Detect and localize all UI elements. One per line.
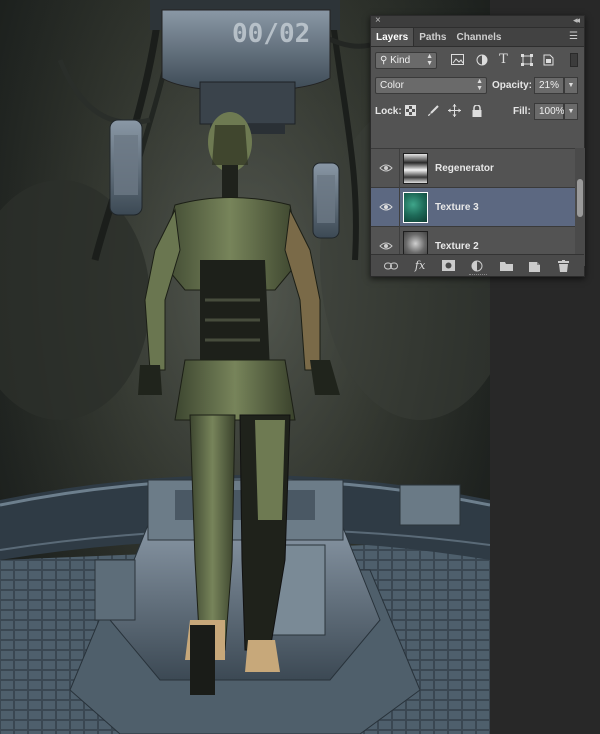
fx-icon[interactable]: fx	[413, 259, 427, 273]
tab-layers[interactable]: Layers	[371, 28, 415, 46]
panel-menu-icon[interactable]: ☰	[569, 31, 578, 42]
lock-all-icon[interactable]	[469, 103, 484, 118]
close-panel-button[interactable]: ×	[375, 15, 381, 26]
filter-kind-select[interactable]: ⚲ Kind ▲ ▼	[375, 52, 437, 69]
blend-row: Color ▲ ▼ Opacity: 21% ▼	[371, 73, 584, 99]
layer-thumbnail	[403, 153, 428, 184]
layer-name: Texture 3	[435, 202, 479, 213]
lock-label: Lock:	[375, 106, 402, 117]
scrollbar-thumb[interactable]	[577, 179, 583, 217]
eye-icon[interactable]	[379, 162, 393, 174]
eye-icon[interactable]	[379, 240, 393, 252]
image-filter-icon[interactable]	[450, 52, 465, 67]
panel-bottom-toolbar: fx	[371, 254, 584, 276]
select-arrows-icon: ▲ ▼	[476, 78, 483, 92]
collapse-panel-button[interactable]: ◂◂	[573, 15, 580, 26]
row-divider	[399, 149, 400, 188]
adjustment-filter-icon[interactable]	[474, 52, 489, 67]
filter-kind-label: Kind	[390, 55, 411, 66]
panel-tabs: Layers Paths Channels ☰	[371, 28, 584, 47]
fill-label: Fill:	[513, 106, 531, 117]
stencil-text: 00/02	[232, 19, 310, 49]
opacity-input[interactable]: 21%	[534, 77, 564, 94]
link-layers-icon[interactable]	[384, 259, 399, 273]
shape-filter-icon[interactable]	[519, 52, 534, 67]
blend-mode-select[interactable]: Color ▲ ▼	[375, 77, 487, 94]
lock-position-icon[interactable]	[447, 103, 462, 118]
search-icon: ⚲	[380, 55, 391, 66]
new-group-icon[interactable]	[499, 259, 513, 273]
layers-panel[interactable]: × ◂◂ Layers Paths Channels ☰ ⚲ Kind ▲ ▼ T…	[370, 15, 585, 277]
trash-icon[interactable]	[557, 259, 571, 273]
panel-title-bar[interactable]: × ◂◂	[371, 15, 584, 28]
layer-list[interactable]: Regenerator Texture 3 Texture 2	[371, 148, 575, 266]
layer-name: Regenerator	[435, 163, 494, 174]
filter-row: ⚲ Kind ▲ ▼ T	[371, 47, 584, 73]
layer-thumbnail	[403, 192, 428, 223]
tab-paths[interactable]: Paths	[414, 28, 451, 46]
lock-image-icon[interactable]	[425, 103, 440, 118]
lock-row: Lock: Fill: 100% ▼	[371, 99, 584, 125]
select-arrows-icon: ▲ ▼	[426, 53, 433, 67]
layer-row-texture-3[interactable]: Texture 3	[371, 188, 575, 227]
opacity-label: Opacity:	[492, 80, 533, 91]
layer-row-regenerator[interactable]: Regenerator	[371, 149, 575, 188]
tab-channels[interactable]: Channels	[451, 28, 506, 46]
blend-mode-value: Color	[380, 80, 404, 91]
fill-slider-button[interactable]: ▼	[564, 103, 578, 120]
mask-icon[interactable]	[442, 259, 456, 273]
smart-object-filter-icon[interactable]	[541, 52, 556, 67]
opacity-slider-button[interactable]: ▼	[564, 77, 578, 94]
fill-input[interactable]: 100%	[534, 103, 565, 120]
eye-icon[interactable]	[379, 201, 393, 213]
filter-toggle[interactable]	[570, 53, 578, 67]
row-divider	[399, 188, 400, 227]
lock-transparent-icon[interactable]	[403, 103, 418, 118]
panel-resize-grip[interactable]	[469, 274, 487, 277]
adjustment-layer-icon[interactable]	[470, 259, 484, 273]
type-filter-icon[interactable]: T	[496, 52, 511, 67]
new-layer-icon[interactable]	[528, 259, 542, 273]
